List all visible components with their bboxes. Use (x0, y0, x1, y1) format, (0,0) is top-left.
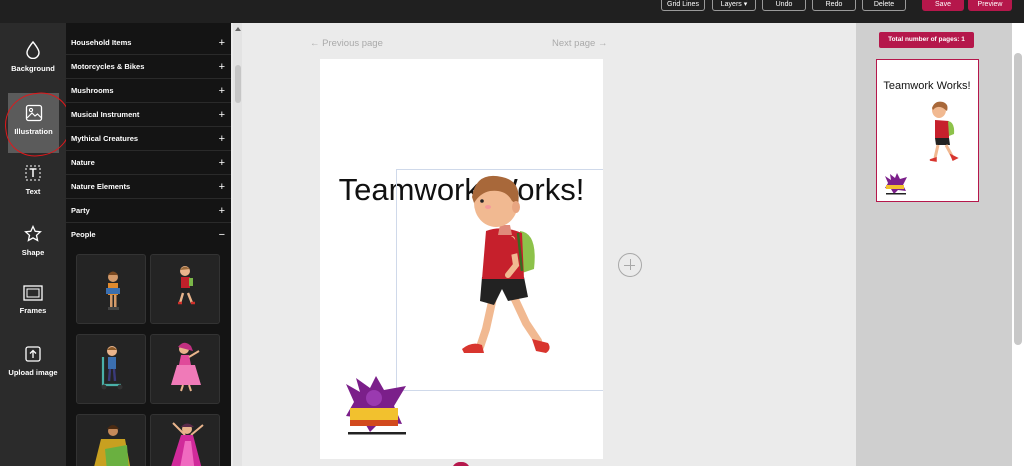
page-scrollbar[interactable] (1012, 23, 1024, 466)
expand-icon[interactable]: + (219, 151, 225, 175)
rail-item-label: Upload image (8, 368, 58, 377)
rail-item-label: Shape (21, 248, 45, 257)
green-dancer-illustration (94, 425, 131, 466)
rail-item-upload-image[interactable]: Upload image (0, 345, 66, 401)
category-mushrooms[interactable]: Mushrooms + (66, 79, 231, 103)
illustration-thumb-boy-scooter[interactable] (76, 334, 146, 404)
text-icon (25, 165, 41, 181)
category-mythical-creatures[interactable]: Mythical Creatures + (66, 127, 231, 151)
panel-scrollbar[interactable] (233, 23, 242, 466)
preview-button[interactable]: Preview (968, 0, 1012, 11)
upload-icon (25, 346, 41, 362)
rail-item-background[interactable]: Background (0, 41, 66, 97)
illustration-thumb-girl-reading[interactable] (76, 254, 146, 324)
previous-page-link[interactable]: ← Previous page (310, 38, 383, 49)
expand-icon[interactable]: + (219, 175, 225, 199)
design-page[interactable]: Teamwork Works! (320, 59, 603, 459)
magenta-dancer-illustration (171, 422, 204, 466)
next-page-link[interactable]: Next page → (552, 38, 607, 49)
rail-item-label: Text (25, 187, 41, 196)
expand-icon[interactable]: + (219, 199, 225, 223)
expand-icon[interactable]: + (219, 31, 225, 55)
illustration-thumb-dancer-green[interactable] (76, 414, 146, 466)
expand-icon[interactable]: + (219, 103, 225, 127)
rail-item-frames[interactable]: Frames (0, 285, 66, 341)
category-label: People (71, 230, 96, 239)
rail-item-label: Background (11, 64, 55, 73)
category-label: Nature Elements (71, 182, 131, 191)
delete-button[interactable]: Delete (862, 0, 906, 11)
girl-reading-illustration (106, 271, 120, 310)
grid-lines-button[interactable]: Grid Lines (661, 0, 705, 11)
category-nature-elements[interactable]: Nature Elements + (66, 175, 231, 199)
scrollbar-thumb[interactable] (1014, 53, 1022, 345)
boy-scooter-illustration (101, 346, 123, 390)
pink-dancer-illustration (171, 342, 201, 392)
collapse-icon[interactable]: − (219, 223, 225, 247)
category-label: Household Items (71, 38, 132, 47)
category-people[interactable]: People − (66, 223, 231, 247)
brand-logo-image (346, 376, 406, 435)
rail-item-shape[interactable]: Shape (0, 225, 66, 281)
category-motorcycles-bikes[interactable]: Motorcycles & Bikes + (66, 55, 231, 79)
scroll-up-arrow-icon[interactable] (234, 26, 242, 32)
illustration-thumb-dancer-pink[interactable] (150, 334, 220, 404)
category-label: Party (71, 206, 90, 215)
category-label: Nature (71, 158, 95, 167)
category-household-items[interactable]: Household Items + (66, 31, 231, 55)
save-button[interactable]: Save (922, 0, 964, 11)
add-page-button[interactable] (618, 253, 642, 277)
category-label: Mythical Creatures (71, 134, 139, 143)
top-toolbar: Grid Lines Layers ▾ Undo Redo Delete Sav… (0, 0, 1024, 23)
thumbnail-boy-illustration (929, 101, 959, 162)
expand-icon[interactable]: + (219, 55, 225, 79)
category-nature[interactable]: Nature + (66, 151, 231, 175)
expand-icon[interactable]: + (219, 79, 225, 103)
layers-dropdown[interactable]: Layers ▾ (712, 0, 756, 11)
boy-walking-illustration (178, 266, 195, 305)
undo-button[interactable]: Undo (762, 0, 806, 11)
total-pages-badge: Total number of pages: 1 (879, 32, 974, 48)
category-party[interactable]: Party + (66, 199, 231, 223)
thumbnail-title-text: Teamwork Works! (883, 80, 971, 92)
redo-button[interactable]: Redo (812, 0, 856, 11)
expand-icon[interactable]: + (219, 127, 225, 151)
illustration-category-panel: Household Items + Motorcycles & Bikes + Mu… (66, 23, 231, 466)
page-thumbnail-1[interactable]: Teamwork Works! (876, 59, 979, 202)
star-icon (24, 225, 42, 242)
illustration-thumb-boy-walking[interactable] (150, 254, 220, 324)
droplet-icon (26, 41, 40, 59)
thumbnail-logo-image (885, 173, 907, 195)
rail-item-label: Frames (19, 306, 47, 315)
category-label: Mushrooms (71, 86, 114, 95)
boy-walking-illustration[interactable] (442, 171, 562, 361)
rail-item-text[interactable]: Text (0, 164, 66, 220)
category-label: Motorcycles & Bikes (71, 62, 145, 71)
category-label: Musical Instrument (71, 110, 140, 119)
illustration-thumb-dancer-magenta[interactable] (150, 414, 220, 466)
tool-rail: Background Illustration Text Shape Frame… (0, 23, 66, 466)
frame-icon (23, 285, 43, 301)
category-musical-instrument[interactable]: Musical Instrument + (66, 103, 231, 127)
scrollbar-thumb[interactable] (235, 65, 241, 103)
